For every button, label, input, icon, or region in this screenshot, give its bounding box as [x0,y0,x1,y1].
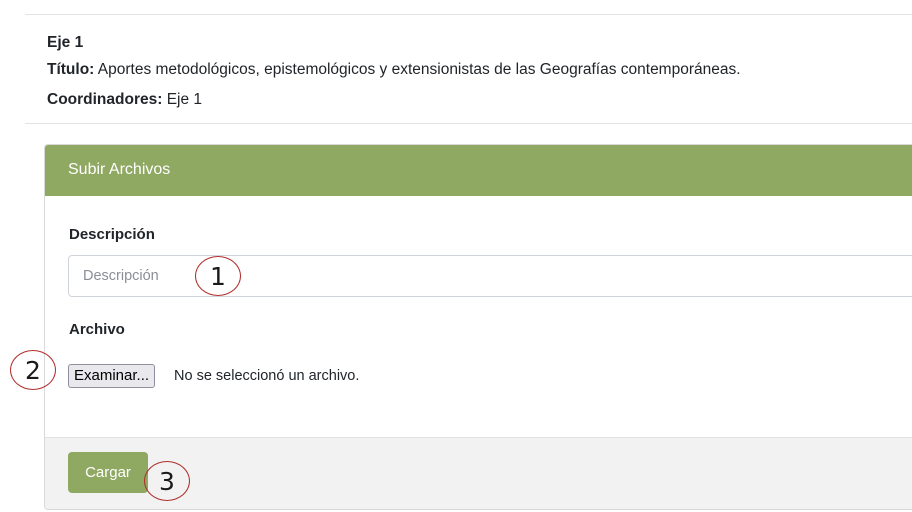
cargar-button[interactable]: Cargar [68,452,148,493]
callout-marker-2: 2 [10,350,56,390]
titulo-label: Título: [47,61,95,78]
axis-coordinadores-line: Coordinadores: Eje 1 [47,90,202,110]
file-label: Archivo [69,321,125,338]
coordinadores-label: Coordinadores: [47,91,163,108]
coordinadores-value: Eje 1 [162,91,203,108]
callout-marker-1: 1 [195,256,241,296]
titulo-value: Aportes metodológicos, epistemológicos y… [94,61,741,78]
browse-file-button[interactable]: Examinar... [68,364,156,388]
axis-title: Eje 1 [47,34,84,51]
description-label: Descripción [69,226,155,243]
file-status-text: No se seleccionó un archivo. [174,368,360,384]
upload-card-header: Subir Archivos [45,145,912,196]
axis-titulo-line: Título: Aportes metodológicos, epistemol… [47,60,741,80]
callout-marker-3: 3 [144,461,190,501]
axis-info-card: Eje 1 Título: Aportes metodológicos, epi… [25,14,912,124]
upload-card-title: Subir Archivos [68,161,171,178]
upload-card: Subir Archivos Descripción Archivo Exami… [44,144,912,510]
